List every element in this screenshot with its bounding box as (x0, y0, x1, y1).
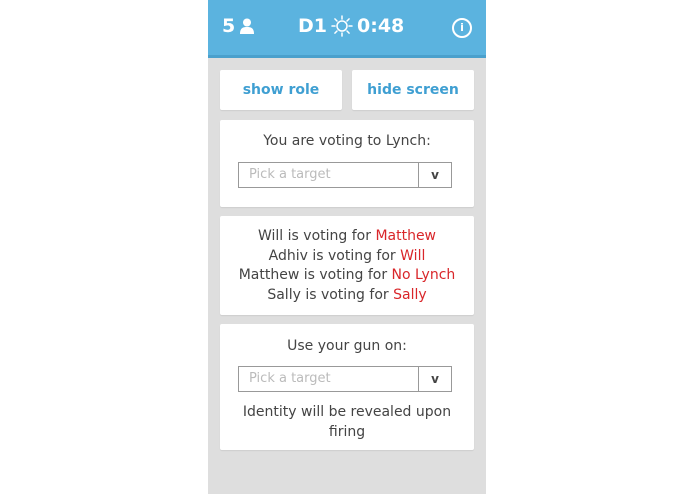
timer: 0:48 (357, 15, 405, 37)
sun-icon (331, 15, 353, 37)
lynch-vote-title: You are voting to Lynch: (263, 133, 431, 149)
app-screen: 5 D1 0:48 i show role hide screen You ar… (208, 0, 486, 494)
lynch-vote-card: You are voting to Lynch: Pick a target v (220, 120, 474, 207)
chevron-down-icon[interactable]: v (418, 367, 451, 391)
gun-target-select[interactable]: Pick a target v (238, 366, 452, 392)
player-count: 5 (222, 15, 255, 37)
info-icon[interactable]: i (452, 18, 472, 38)
lynch-target-select[interactable]: Pick a target v (238, 162, 452, 188)
show-role-button[interactable]: show role (220, 70, 342, 110)
votes-card: Will is voting for Matthew Adhiv is voti… (220, 216, 474, 315)
vote-line: Adhiv is voting for Will (268, 247, 426, 264)
top-bar: 5 D1 0:48 i (208, 0, 486, 58)
day-label: D1 (298, 15, 327, 37)
vote-line: Will is voting for Matthew (257, 228, 437, 244)
gun-note: Identity will be revealed upon firing (242, 404, 452, 440)
votes-list: Will is voting for Matthew Adhiv is voti… (220, 227, 474, 305)
lynch-target-placeholder: Pick a target (249, 167, 331, 182)
gun-card: Use your gun on: Pick a target v Identit… (220, 324, 474, 450)
person-icon (240, 18, 255, 34)
chevron-down-icon[interactable]: v (418, 163, 451, 187)
gun-target-placeholder: Pick a target (249, 371, 331, 386)
vote-line: Sally is voting for Sally (267, 286, 427, 303)
player-count-value: 5 (222, 15, 236, 37)
day-timer: D1 0:48 (298, 15, 404, 37)
vote-line: Matthew is voting for No Lynch (238, 267, 456, 283)
gun-title: Use your gun on: (287, 338, 407, 354)
hide-screen-button[interactable]: hide screen (352, 70, 474, 110)
